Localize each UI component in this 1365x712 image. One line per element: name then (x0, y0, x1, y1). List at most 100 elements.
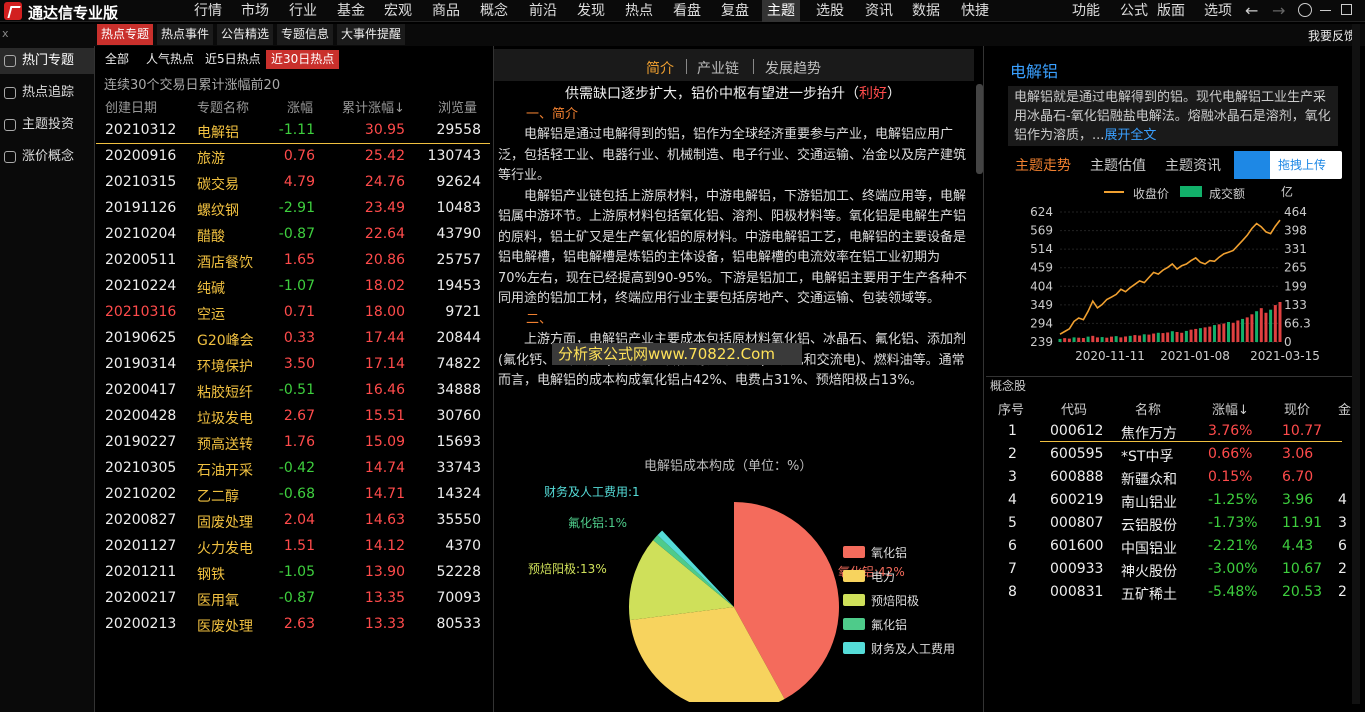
menu-7[interactable]: 前沿 (524, 0, 562, 22)
volume-bar (1194, 328, 1198, 342)
table-row[interactable]: 20210315 碳交易 4.79 24.76 92624 (96, 170, 490, 196)
filter-tab-3[interactable]: 近30日热点 (266, 50, 340, 69)
table-row[interactable]: 20190314 环境保护 3.50 17.14 74822 (96, 352, 490, 378)
concept-header-4[interactable]: 现价 (1284, 399, 1310, 418)
concept-row[interactable]: 7 000933 神火股份 -3.00% 10.67 2 (986, 559, 1360, 582)
table-row[interactable]: 20210202 乙二醇 -0.68 14.71 14324 (96, 482, 490, 508)
menu-3[interactable]: 基金 (332, 0, 370, 22)
table-row[interactable]: 20210312 电解铝 -1.11 30.95 29558 (96, 118, 490, 144)
menu-6[interactable]: 概念 (475, 0, 513, 22)
feedback-link[interactable]: 我要反馈 (1308, 27, 1356, 44)
tab-trend[interactable]: 发展趋势 (765, 58, 821, 78)
concept-row[interactable]: 2 600595 *ST中孚 0.66% 3.06 (986, 444, 1360, 467)
concept-header-2[interactable]: 名称 (1135, 399, 1161, 418)
menu-0[interactable]: 行情 (189, 0, 227, 22)
table-row[interactable]: 20190227 预高送转 1.76 15.09 15693 (96, 430, 490, 456)
menu-13[interactable]: 选股 (811, 0, 849, 22)
sub-tab-0[interactable]: 热点专题 (97, 24, 154, 45)
sub-tab-3[interactable]: 专题信息 (277, 24, 334, 45)
menu-5[interactable]: 商品 (427, 0, 465, 22)
concept-header-1[interactable]: 代码 (1061, 399, 1087, 418)
table-row[interactable]: 20201127 火力发电 1.51 14.12 4370 (96, 534, 490, 560)
tab-theme-valuation[interactable]: 主题估值 (1090, 155, 1146, 175)
concept-header-3[interactable]: 涨幅↓ (1212, 399, 1249, 418)
list-header-2[interactable]: 涨幅 (287, 97, 313, 116)
concept-row[interactable]: 8 000831 五矿稀土 -5.48% 20.53 2 (986, 582, 1360, 605)
concept-row[interactable]: 3 600888 新疆众和 0.15% 6.70 (986, 467, 1360, 490)
close-icon[interactable]: x (2, 27, 9, 40)
list-header-0[interactable]: 创建日期 (105, 97, 157, 116)
table-row[interactable]: 20210224 纯碱 -1.07 18.02 19453 (96, 274, 490, 300)
sidebar-item-1[interactable]: 热点追踪 (0, 80, 94, 106)
concept-row[interactable]: 6 601600 中国铝业 -2.21% 4.43 6 (986, 536, 1360, 559)
table-row[interactable]: 20200217 医用氧 -0.87 13.35 70093 (96, 586, 490, 612)
table-row[interactable]: 20200213 医废处理 2.63 13.33 80533 (96, 612, 490, 638)
forward-arrow-icon[interactable]: → (1272, 1, 1285, 20)
sub-tab-1[interactable]: 热点事件 (157, 24, 214, 45)
concept-header-5[interactable]: 金 (1338, 399, 1351, 418)
window-scrollbar[interactable] (1352, 24, 1360, 704)
menu-14[interactable]: 资讯 (860, 0, 898, 22)
concept-header-0[interactable]: 序号 (998, 399, 1024, 418)
table-row[interactable]: 20191126 螺纹钢 -2.91 23.49 10483 (96, 196, 490, 222)
help-icon[interactable] (1298, 3, 1312, 17)
cloud-upload-icon (1234, 151, 1270, 179)
volume-bar (1250, 314, 1254, 342)
concept-idx: 5 (1008, 515, 1017, 531)
filter-tab-1[interactable]: 人气热点 (141, 50, 199, 69)
table-row[interactable]: 20200827 固废处理 2.04 14.63 35550 (96, 508, 490, 534)
list-header-1[interactable]: 专题名称 (197, 97, 249, 116)
pie-label-1: 预焙阳极:13% (528, 562, 607, 576)
row-name: 旅游 (197, 151, 225, 167)
article-scrollbar[interactable] (976, 84, 983, 174)
tab-industry-chain[interactable]: 产业链 (697, 58, 739, 78)
row-pct: -0.87 (278, 590, 315, 606)
filter-tab-2[interactable]: 近5日热点 (200, 50, 266, 69)
menu-2[interactable]: 行业 (284, 0, 322, 22)
menu-9[interactable]: 热点 (620, 0, 658, 22)
list-header-4[interactable]: 浏览量 (438, 97, 477, 116)
expand-link[interactable]: 展开全文 (1104, 128, 1156, 143)
concept-row[interactable]: 5 000807 云铝股份 -1.73% 11.91 3 (986, 513, 1360, 536)
top-right-1[interactable]: 公式 (1118, 0, 1150, 22)
sidebar-item-2[interactable]: 主题投资 (0, 112, 94, 138)
table-row[interactable]: 20210204 醋酸 -0.87 22.64 43790 (96, 222, 490, 248)
row-pct: 0.71 (283, 304, 315, 320)
table-row[interactable]: 20200417 粘胶短纤 -0.51 16.46 34888 (96, 378, 490, 404)
tab-theme-news[interactable]: 主题资讯 (1165, 155, 1221, 175)
row-date: 20210202 (105, 486, 177, 502)
tab-intro[interactable]: 简介 (646, 58, 674, 78)
sub-tab-4[interactable]: 大事件提醒 (337, 24, 406, 45)
upload-button[interactable]: 拖拽上传 (1234, 151, 1342, 179)
top-right-2[interactable]: 版面 (1155, 0, 1187, 22)
back-arrow-icon[interactable]: ← (1245, 1, 1258, 20)
table-row[interactable]: 20210316 空运 0.71 18.00 9721 (96, 300, 490, 326)
menu-4[interactable]: 宏观 (379, 0, 417, 22)
concept-code: 000933 (1050, 561, 1104, 577)
top-right-3[interactable]: 选项 (1202, 0, 1234, 22)
menu-10[interactable]: 看盘 (668, 0, 706, 22)
sub-tab-2[interactable]: 公告精选 (217, 24, 274, 45)
table-row[interactable]: 20200428 垃圾发电 2.67 15.51 30760 (96, 404, 490, 430)
table-row[interactable]: 20200511 酒店餐饮 1.65 20.86 25757 (96, 248, 490, 274)
filter-tab-0[interactable]: 全部 (100, 50, 134, 69)
sidebar-item-3[interactable]: 涨价概念 (0, 144, 94, 170)
top-right-0[interactable]: 功能 (1070, 0, 1102, 22)
list-header-3[interactable]: 累计涨幅↓ (342, 97, 405, 116)
minimize-icon[interactable] (1320, 10, 1331, 11)
table-row[interactable]: 20201211 钢铁 -1.05 13.90 52228 (96, 560, 490, 586)
table-row[interactable]: 20190625 G20峰会 0.33 17.44 20844 (96, 326, 490, 352)
tab-theme-trend[interactable]: 主题走势 (1015, 155, 1071, 175)
menu-16[interactable]: 快捷 (956, 0, 994, 22)
menu-11[interactable]: 复盘 (716, 0, 754, 22)
sidebar-item-0[interactable]: 热门专题 (0, 48, 94, 74)
table-row[interactable]: 20200916 旅游 0.76 25.42 130743 (96, 144, 490, 170)
table-row[interactable]: 20210305 石油开采 -0.42 14.74 33743 (96, 456, 490, 482)
concept-row[interactable]: 4 600219 南山铝业 -1.25% 3.96 4 (986, 490, 1360, 513)
menu-12[interactable]: 主题 (762, 0, 800, 22)
maximize-icon[interactable] (1341, 4, 1352, 15)
menu-8[interactable]: 发现 (572, 0, 610, 22)
menu-15[interactable]: 数据 (907, 0, 945, 22)
menu-1[interactable]: 市场 (236, 0, 274, 22)
volume-bar (1189, 329, 1193, 342)
